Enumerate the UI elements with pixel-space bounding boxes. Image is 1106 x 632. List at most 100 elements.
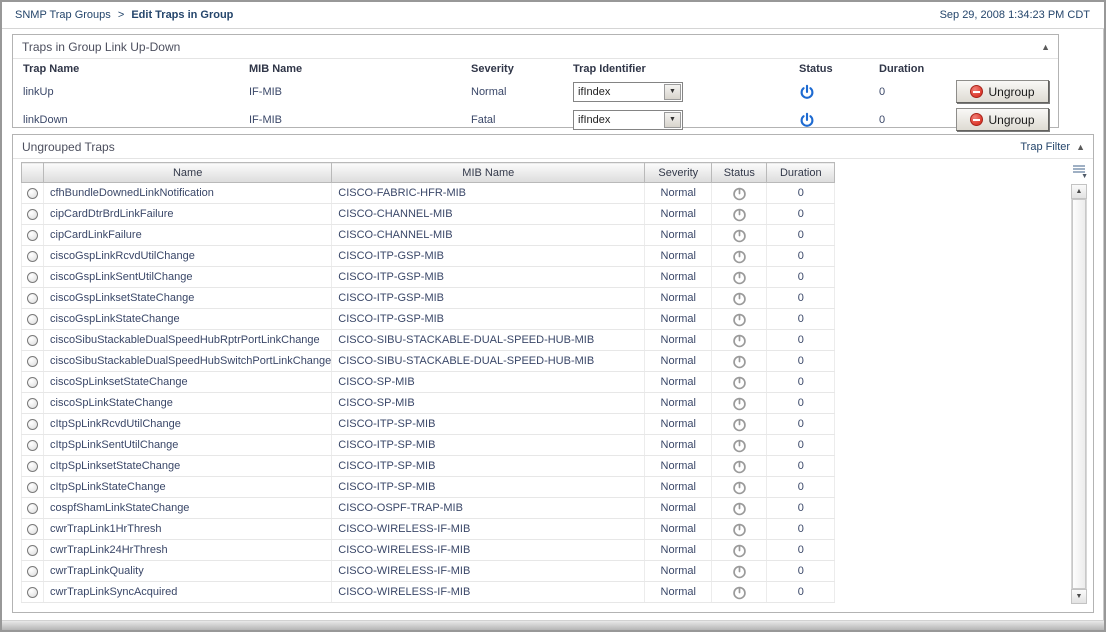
status-off-icon[interactable] — [732, 397, 747, 410]
mib-name-cell: CISCO-WIRELESS-IF-MIB — [331, 539, 646, 561]
status-off-icon[interactable] — [732, 313, 747, 326]
ungrouped-traps-panel: Ungrouped Traps Trap Filter ▲ Name MIB N… — [12, 134, 1094, 613]
mib-name-cell: CISCO-SP-MIB — [331, 392, 646, 414]
status-off-icon[interactable] — [732, 376, 747, 389]
severity-cell: Normal — [644, 308, 713, 330]
mib-name-cell: CISCO-SIBU-STACKABLE-DUAL-SPEED-HUB-MIB — [331, 350, 646, 372]
severity-cell: Normal — [644, 455, 713, 477]
row-radio-button[interactable] — [27, 544, 38, 556]
status-off-icon[interactable] — [732, 544, 747, 557]
row-radio-button[interactable] — [27, 586, 38, 598]
row-radio-button[interactable] — [27, 355, 38, 367]
trap-identifier-select[interactable]: ifIndex ▼ — [573, 81, 683, 102]
row-radio-button[interactable] — [27, 334, 38, 346]
col-status: Status — [799, 63, 833, 75]
scroll-up-icon[interactable]: ▲ — [1071, 184, 1087, 199]
table-row: cfhBundleDownedLinkNotification CISCO-FA… — [21, 182, 836, 204]
table-row: cItpSpLinkStateChange CISCO-ITP-SP-MIB N… — [21, 476, 836, 498]
status-on-icon[interactable] — [799, 84, 879, 100]
column-chooser-icon[interactable]: ▼ — [1072, 165, 1088, 181]
trap-name-cell: cfhBundleDownedLinkNotification — [43, 182, 333, 204]
status-off-icon[interactable] — [732, 271, 747, 284]
trap-identifier-select[interactable]: ifIndex ▼ — [573, 109, 683, 130]
trap-identifier-selected-value: ifIndex — [578, 85, 611, 98]
timestamp: Sep 29, 2008 1:34:23 PM CDT — [939, 9, 1090, 21]
row-radio-button[interactable] — [27, 229, 38, 241]
duration-cell: 0 — [766, 581, 836, 603]
collapse-panel-icon[interactable]: ▲ — [1041, 42, 1050, 52]
row-radio-button[interactable] — [27, 208, 38, 220]
row-radio-button[interactable] — [27, 292, 38, 304]
group-table-header: Trap Name MIB Name Severity Trap Identif… — [13, 63, 1058, 75]
duration-cell: 0 — [766, 224, 836, 246]
status-cell — [711, 308, 768, 330]
trap-name-cell: ciscoGspLinksetStateChange — [43, 287, 333, 309]
duration-cell: 0 — [766, 329, 836, 351]
row-radio-button[interactable] — [27, 439, 38, 451]
status-off-icon[interactable] — [732, 565, 747, 578]
table-row: ciscoSibuStackableDualSpeedHubRptrPortLi… — [21, 329, 836, 351]
status-off-icon[interactable] — [732, 334, 747, 347]
row-radio-button[interactable] — [27, 523, 38, 535]
row-radio-button[interactable] — [27, 418, 38, 430]
row-radio-button[interactable] — [27, 187, 38, 199]
row-radio-button[interactable] — [27, 565, 38, 577]
status-on-icon[interactable] — [799, 112, 879, 128]
status-off-icon[interactable] — [732, 250, 747, 263]
trap-name-cell: cwrTrapLink1HrThresh — [43, 518, 333, 540]
status-off-icon[interactable] — [732, 292, 747, 305]
duration-cell: 0 — [766, 392, 836, 414]
row-radio-button[interactable] — [27, 271, 38, 283]
severity-cell: Normal — [644, 497, 713, 519]
mib-name-cell: CISCO-FABRIC-HFR-MIB — [331, 182, 646, 204]
scroll-down-icon[interactable]: ▼ — [1071, 589, 1087, 604]
status-off-icon[interactable] — [732, 418, 747, 431]
status-cell — [711, 266, 768, 288]
trap-name-cell: cipCardLinkFailure — [43, 224, 333, 246]
row-radio-button[interactable] — [27, 313, 38, 325]
status-cell — [711, 392, 768, 414]
status-off-icon[interactable] — [732, 187, 747, 200]
duration-cell: 0 — [766, 182, 836, 204]
mib-name-cell: CISCO-ITP-SP-MIB — [331, 434, 646, 456]
status-off-icon[interactable] — [732, 523, 747, 536]
status-off-icon[interactable] — [732, 502, 747, 515]
row-radio-button[interactable] — [27, 502, 38, 514]
status-off-icon[interactable] — [732, 481, 747, 494]
row-radio-button[interactable] — [27, 481, 38, 493]
row-radio-button[interactable] — [27, 376, 38, 388]
severity-cell: Normal — [644, 203, 713, 225]
status-off-icon[interactable] — [732, 439, 747, 452]
trap-filter-toggle[interactable]: Trap Filter ▲ — [1020, 141, 1085, 153]
row-select-cell — [21, 224, 44, 246]
status-off-icon[interactable] — [732, 208, 747, 221]
table-row: cwrTrapLink1HrThresh CISCO-WIRELESS-IF-M… — [21, 518, 836, 540]
row-radio-button[interactable] — [27, 460, 38, 472]
scrollbar-track[interactable] — [1071, 199, 1087, 589]
ungroup-button[interactable]: Ungroup — [956, 108, 1049, 131]
right-rail: ▼ ▲ ▼ — [1071, 162, 1088, 604]
table-row: cwrTrapLinkSyncAcquired CISCO-WIRELESS-I… — [21, 581, 836, 603]
row-radio-button[interactable] — [27, 397, 38, 409]
breadcrumb-snmp-trap-groups[interactable]: SNMP Trap Groups — [15, 9, 111, 21]
vertical-scrollbar[interactable]: ▲ ▼ — [1071, 184, 1087, 604]
chevron-down-icon[interactable]: ▼ — [664, 83, 681, 100]
table-row: cospfShamLinkStateChange CISCO-OSPF-TRAP… — [21, 497, 836, 519]
ungroup-button-label: Ungroup — [988, 112, 1035, 127]
scrollbar-thumb[interactable] — [1072, 199, 1086, 589]
status-off-icon[interactable] — [732, 460, 747, 473]
duration-cell: 0 — [766, 371, 836, 393]
row-radio-button[interactable] — [27, 250, 38, 262]
col-duration: Duration — [766, 162, 836, 183]
table-row: ciscoSpLinkStateChange CISCO-SP-MIB Norm… — [21, 392, 836, 414]
mib-name-cell: CISCO-CHANNEL-MIB — [331, 224, 646, 246]
mib-name-cell: CISCO-ITP-SP-MIB — [331, 413, 646, 435]
status-off-icon[interactable] — [732, 229, 747, 242]
status-off-icon[interactable] — [732, 586, 747, 599]
table-row: ciscoGspLinkStateChange CISCO-ITP-GSP-MI… — [21, 308, 836, 330]
trap-name-cell: ciscoGspLinkRcvdUtilChange — [43, 245, 333, 267]
ungroup-button[interactable]: Ungroup — [956, 80, 1049, 103]
status-cell — [711, 203, 768, 225]
status-off-icon[interactable] — [732, 355, 747, 368]
chevron-down-icon[interactable]: ▼ — [664, 111, 681, 128]
